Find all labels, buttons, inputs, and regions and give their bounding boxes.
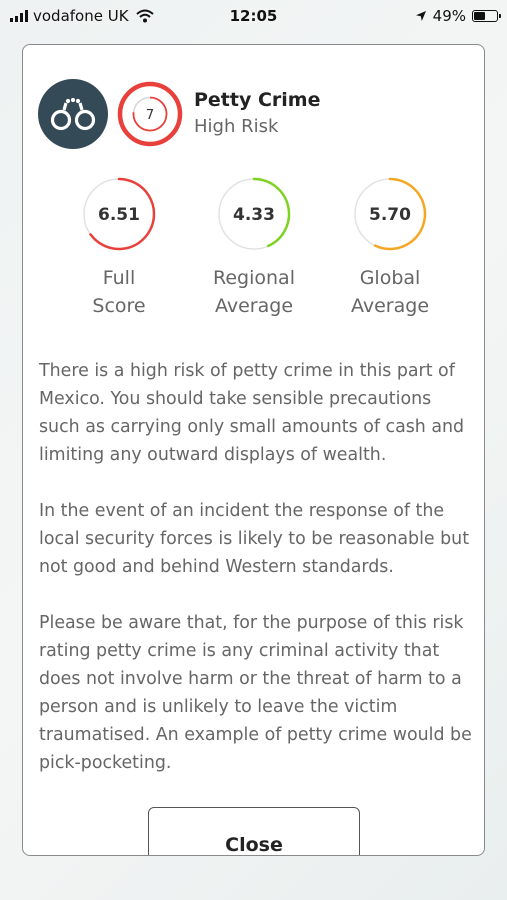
battery-percent: 49% bbox=[432, 7, 466, 25]
score-regional: 4.33 Regional Average bbox=[199, 177, 309, 320]
risk-description: There is a high risk of petty crime in t… bbox=[39, 357, 475, 805]
risk-rating-value: 7 bbox=[146, 108, 154, 123]
description-paragraph: There is a high risk of petty crime in t… bbox=[39, 361, 465, 465]
description-paragraph: In the event of an incident the response… bbox=[39, 501, 470, 577]
close-button[interactable]: Close bbox=[148, 807, 360, 855]
global-average-value: 5.70 bbox=[369, 205, 411, 225]
location-arrow-icon bbox=[415, 11, 426, 21]
score-global: 5.70 Global Average bbox=[335, 177, 445, 320]
global-average-label: Global Average bbox=[350, 267, 430, 317]
regional-average-value: 4.33 bbox=[233, 205, 275, 225]
risk-level-label: High Risk bbox=[194, 116, 279, 137]
full-score-ring: 6.51 bbox=[83, 177, 156, 251]
handcuffs-icon bbox=[38, 79, 108, 149]
risk-category-title: Petty Crime bbox=[194, 89, 321, 111]
description-paragraph: Please be aware that, for the purpose of… bbox=[39, 613, 472, 773]
battery-icon bbox=[472, 10, 501, 22]
risk-header: Petty Crime High Risk bbox=[194, 88, 321, 140]
regional-average-label: Regional Average bbox=[213, 267, 295, 317]
global-average-ring: 5.70 bbox=[354, 177, 427, 251]
score-full: 6.51 Full Score bbox=[64, 177, 174, 320]
risk-rating-badge: 7 bbox=[116, 80, 184, 148]
risk-detail-modal: 7 Petty Crime High Risk 6.51 Full Score … bbox=[22, 44, 485, 856]
regional-average-ring: 4.33 bbox=[218, 177, 291, 250]
status-bar: vodafone UK 12:05 49% bbox=[0, 0, 507, 34]
full-score-value: 6.51 bbox=[98, 205, 140, 225]
status-right: 49% bbox=[415, 7, 501, 25]
full-score-label: Full Score bbox=[92, 267, 146, 317]
